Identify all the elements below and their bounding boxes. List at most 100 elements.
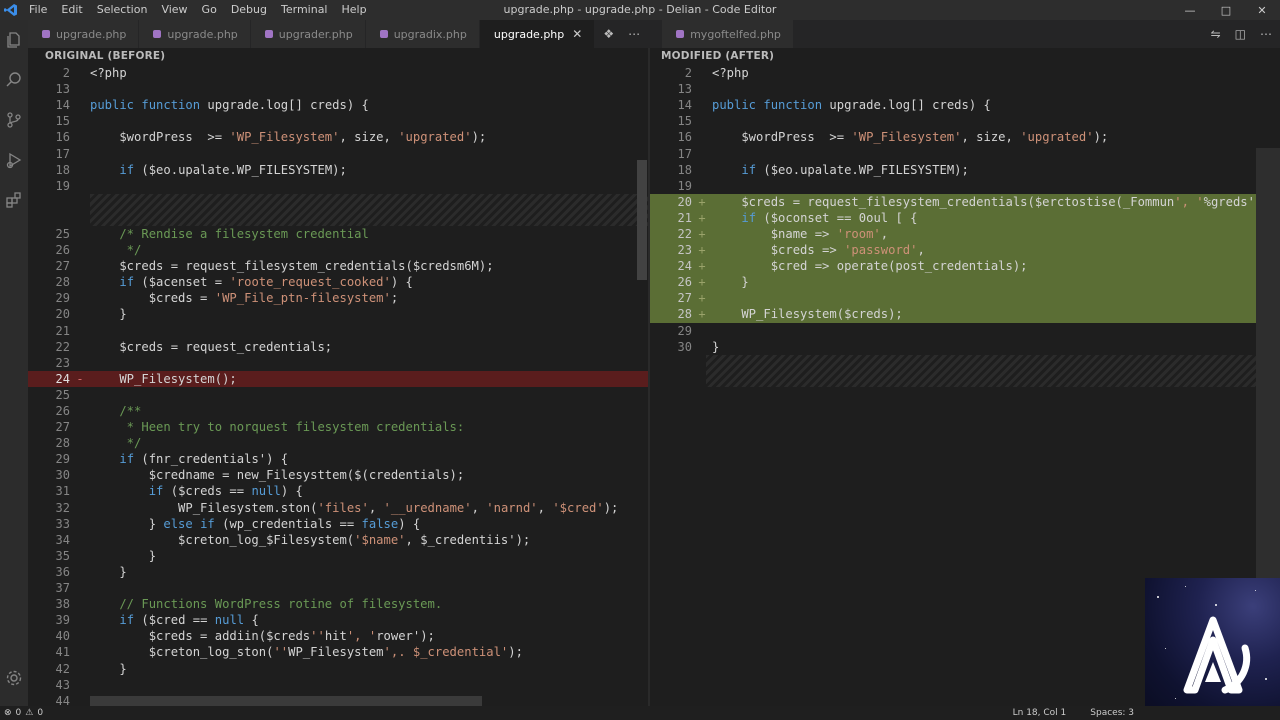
code-line[interactable]: 2 <?php bbox=[28, 65, 648, 81]
original-vertical-scrollbar[interactable] bbox=[637, 160, 647, 280]
line-number: 43 bbox=[55, 677, 70, 692]
source-control-icon[interactable] bbox=[0, 100, 28, 140]
more-actions-icon[interactable]: ⋯ bbox=[1260, 27, 1272, 41]
more-actions-icon[interactable]: ⋯ bbox=[628, 27, 640, 41]
added-code-line[interactable]: 27 + bbox=[650, 290, 1280, 307]
maximize-icon[interactable]: □ bbox=[1208, 0, 1244, 20]
code-line[interactable]: 41 $creton_log_ston(''WP_Filesystem',. $… bbox=[28, 644, 648, 660]
menu-help[interactable]: Help bbox=[335, 0, 374, 20]
code-line[interactable]: 31 if ($creds == null) { bbox=[28, 483, 648, 499]
code-line[interactable]: 17 bbox=[28, 145, 648, 161]
compare-changes-icon[interactable]: ⇋ bbox=[1211, 27, 1221, 41]
code-line[interactable]: 19 bbox=[28, 178, 648, 194]
minimize-icon[interactable]: — bbox=[1172, 0, 1208, 20]
code-line[interactable]: 21 bbox=[28, 323, 648, 339]
code-line[interactable]: 27 $creds = request_filesystem_credentia… bbox=[28, 258, 648, 274]
code-line[interactable]: 13 bbox=[28, 81, 648, 97]
cursor-position[interactable]: Ln 18, Col 1 bbox=[1013, 708, 1067, 718]
line-number: 29 bbox=[677, 323, 692, 338]
code-line[interactable]: 33 } else if (wp_credentials == false) { bbox=[28, 516, 648, 532]
code-line[interactable]: 17 bbox=[650, 145, 1280, 161]
code-line[interactable]: 28 */ bbox=[28, 435, 648, 451]
code-line[interactable]: 28 if ($acenset = 'roote_request_cooked'… bbox=[28, 274, 648, 290]
deleted-code-line[interactable]: 24- WP_Filesystem(); bbox=[28, 370, 648, 387]
menu-edit[interactable]: Edit bbox=[54, 0, 89, 20]
code-text: * Heen try to norquest filesystem creden… bbox=[90, 420, 465, 435]
code-line[interactable]: 16 $wordPress >= 'WP_Filesystem', size, … bbox=[650, 129, 1280, 145]
status-right: Ln 18, Col 1 Spaces: 3 bbox=[1013, 708, 1134, 718]
code-line[interactable]: 2 <?php bbox=[650, 65, 1280, 81]
code-line[interactable]: 19 bbox=[650, 178, 1280, 194]
code-line[interactable]: 16 $wordPress >= 'WP_Filesystem', size, … bbox=[28, 129, 648, 145]
menu-file[interactable]: File bbox=[22, 0, 54, 20]
menu-view[interactable]: View bbox=[154, 0, 194, 20]
php-file-icon bbox=[264, 30, 273, 38]
split-editor-icon[interactable]: ◫ bbox=[1235, 27, 1246, 41]
code-line[interactable]: 26 */ bbox=[28, 242, 648, 258]
code-line[interactable]: 36 } bbox=[28, 564, 648, 580]
tab-upgrade-1[interactable]: upgrade.php bbox=[28, 20, 140, 48]
menu-terminal[interactable]: Terminal bbox=[274, 0, 335, 20]
added-code-line[interactable]: 23 + $creds => 'password', bbox=[650, 242, 1280, 259]
tab-upgrade-2[interactable]: upgrade.php bbox=[139, 20, 251, 48]
code-line[interactable]: 39 if ($cred == null { bbox=[28, 612, 648, 628]
added-marker: + bbox=[698, 307, 706, 322]
code-line[interactable]: 27 * Heen try to norquest filesystem cre… bbox=[28, 419, 648, 435]
code-line[interactable]: 18 if ($eo.upalate.WP_FILESYSTEM); bbox=[28, 162, 648, 178]
original-editor-pane[interactable]: ORIGINAL (BEFORE) 2 <?php 13 14 public funct… bbox=[28, 48, 648, 706]
search-icon[interactable] bbox=[0, 60, 28, 100]
code-text: <?php bbox=[712, 66, 749, 81]
code-line[interactable]: 32 WP_Filesystem.ston('files', '__uredna… bbox=[28, 500, 648, 516]
code-line[interactable]: 38 // Functions WordPress rotine of file… bbox=[28, 596, 648, 612]
settings-gear-icon[interactable] bbox=[0, 658, 28, 698]
code-line[interactable]: 23 bbox=[28, 355, 648, 371]
close-icon[interactable]: ✕ bbox=[1244, 0, 1280, 20]
code-line[interactable]: 37 bbox=[28, 580, 648, 596]
code-line[interactable]: 43 bbox=[28, 677, 648, 693]
added-code-line[interactable]: 22 + $name => 'room', bbox=[650, 225, 1280, 243]
indentation-setting[interactable]: Spaces: 3 bbox=[1090, 708, 1134, 718]
code-line[interactable]: 20 } bbox=[28, 306, 648, 322]
menu-selection[interactable]: Selection bbox=[90, 0, 155, 20]
problems-indicator[interactable]: ⊗ 0 ⚠ 0 bbox=[0, 708, 43, 718]
explorer-icon[interactable] bbox=[0, 20, 28, 60]
code-line[interactable]: 15 bbox=[28, 113, 648, 129]
run-debug-icon[interactable] bbox=[0, 140, 28, 180]
added-code-line[interactable]: 24 + $cred => operate(post_credentials); bbox=[650, 258, 1280, 275]
extensions-icon[interactable] bbox=[0, 180, 28, 220]
code-line[interactable]: 30 $credname = new_Filesysttem($(credent… bbox=[28, 467, 648, 483]
code-line[interactable]: 25 bbox=[28, 387, 648, 403]
tab-mygoftelfed[interactable]: mygoftelfed.php bbox=[662, 20, 794, 48]
tab-close-icon[interactable]: ✕ bbox=[572, 27, 582, 41]
code-line[interactable]: 40 $creds = addiin($creds''hit', 'rower'… bbox=[28, 628, 648, 644]
code-line[interactable]: 14 public function upgrade.log[] creds) { bbox=[28, 97, 648, 113]
code-line[interactable]: 42 } bbox=[28, 660, 648, 676]
code-line[interactable]: 30} bbox=[650, 339, 1280, 355]
menu-debug[interactable]: Debug bbox=[224, 0, 274, 20]
code-line[interactable]: 34 $creton_log_$Filesystem('$name', $_cr… bbox=[28, 532, 648, 548]
code-line[interactable]: 15 bbox=[650, 113, 1280, 129]
code-text: $wordPress >= 'WP_Filesystem', size, 'up… bbox=[90, 130, 487, 145]
code-line[interactable]: 14 public function upgrade.log[] creds) { bbox=[650, 97, 1280, 113]
code-line[interactable]: 26 /** bbox=[28, 403, 648, 419]
code-line[interactable]: 29 $creds = 'WP_File_ptn-filesystem'; bbox=[28, 290, 648, 306]
added-code-line[interactable]: 26 + } bbox=[650, 274, 1280, 291]
code-line[interactable]: 22 $creds = request_credentials; bbox=[28, 339, 648, 355]
open-changes-icon[interactable]: ❖ bbox=[603, 27, 614, 41]
added-code-line[interactable]: 20 + $creds = request_filesystem_credenti… bbox=[650, 193, 1280, 210]
menu-go[interactable]: Go bbox=[195, 0, 224, 20]
original-horizontal-scrollbar[interactable] bbox=[90, 696, 482, 706]
line-number: 32 bbox=[55, 500, 70, 515]
added-code-line[interactable]: 21 + if ($oconset == 0oul [ { bbox=[650, 209, 1280, 226]
tab-upgrade-active[interactable]: upgrade.php ✕ bbox=[479, 20, 596, 48]
code-line[interactable]: 25 /* Rendise a filesystem credential bbox=[28, 226, 648, 242]
code-line[interactable]: 13 bbox=[650, 81, 1280, 97]
code-line[interactable]: 35 } bbox=[28, 548, 648, 564]
tab-upgradix[interactable]: upgradix.php bbox=[365, 20, 480, 48]
code-line[interactable]: 18 if ($eo.upalate.WP_FILESYSTEM); bbox=[650, 162, 1280, 178]
added-code-line[interactable]: 28 + WP_Filesystem($creds); bbox=[650, 306, 1280, 323]
code-line[interactable]: 29 bbox=[650, 323, 1280, 339]
modified-vertical-scrollbar[interactable] bbox=[1256, 148, 1280, 578]
code-line[interactable]: 29 if (fnr_credentials') { bbox=[28, 451, 648, 467]
tab-upgrader[interactable]: upgrader.php bbox=[250, 20, 366, 48]
